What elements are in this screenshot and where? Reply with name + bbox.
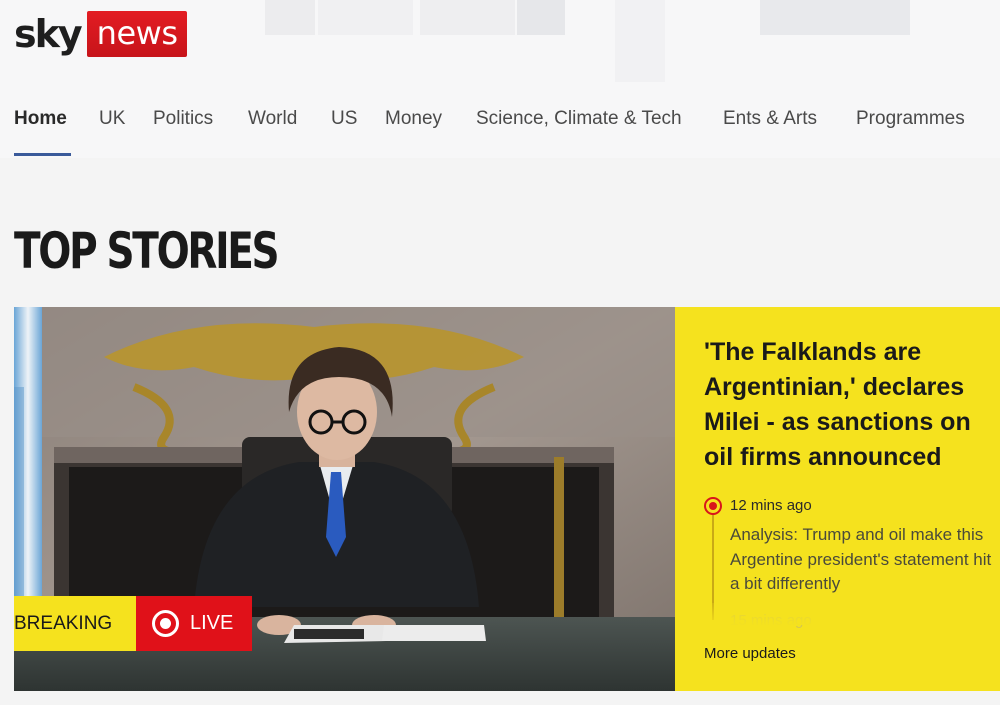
- nav-item-us[interactable]: US: [331, 108, 357, 130]
- site-header: sky news Home UK Politics World US Money…: [0, 0, 1000, 158]
- nav-item-ents-arts[interactable]: Ents & Arts: [723, 108, 817, 130]
- nav-item-politics[interactable]: Politics: [153, 108, 213, 130]
- more-updates-link[interactable]: More updates: [704, 645, 796, 662]
- updates-fade: [675, 603, 1000, 625]
- nav-active-indicator: [14, 153, 71, 156]
- header-decoration: [265, 0, 315, 35]
- nav-item-science-climate-tech[interactable]: Science, Climate & Tech: [476, 108, 682, 130]
- main-navigation: Home UK Politics World US Money Science,…: [0, 100, 1000, 158]
- live-label: LIVE: [190, 612, 234, 634]
- update-link[interactable]: Analysis: Trump and oil make this Argent…: [730, 523, 992, 597]
- hero-headline[interactable]: 'The Falklands are Argentinian,' declare…: [704, 335, 996, 475]
- update-time: 12 mins ago: [730, 497, 812, 514]
- breaking-badge: BREAKING: [14, 596, 136, 651]
- sky-news-logo[interactable]: sky news: [14, 10, 188, 58]
- logo-sky-text: sky: [14, 12, 83, 56]
- nav-item-home[interactable]: Home: [14, 108, 67, 130]
- nav-item-uk[interactable]: UK: [99, 108, 125, 130]
- header-decoration: [318, 0, 413, 35]
- header-decoration: [760, 0, 910, 35]
- header-decoration: [420, 0, 515, 35]
- hero-image[interactable]: BREAKING LIVE: [14, 307, 675, 691]
- headline-panel[interactable]: 'The Falklands are Argentinian,' declare…: [675, 307, 1000, 691]
- hero-story[interactable]: BREAKING LIVE 'The Falklands are Argenti…: [14, 307, 1000, 691]
- section-title: TOP STORIES: [14, 222, 280, 280]
- live-dot-icon: [704, 497, 722, 515]
- nav-item-money[interactable]: Money: [385, 108, 442, 130]
- nav-item-programmes[interactable]: Programmes: [856, 108, 965, 130]
- header-decoration: [517, 0, 565, 35]
- header-decoration: [615, 0, 665, 82]
- logo-news-text: news: [86, 11, 188, 57]
- live-record-icon: [152, 610, 179, 637]
- nav-item-world[interactable]: World: [248, 108, 297, 130]
- live-badge[interactable]: LIVE: [136, 596, 252, 651]
